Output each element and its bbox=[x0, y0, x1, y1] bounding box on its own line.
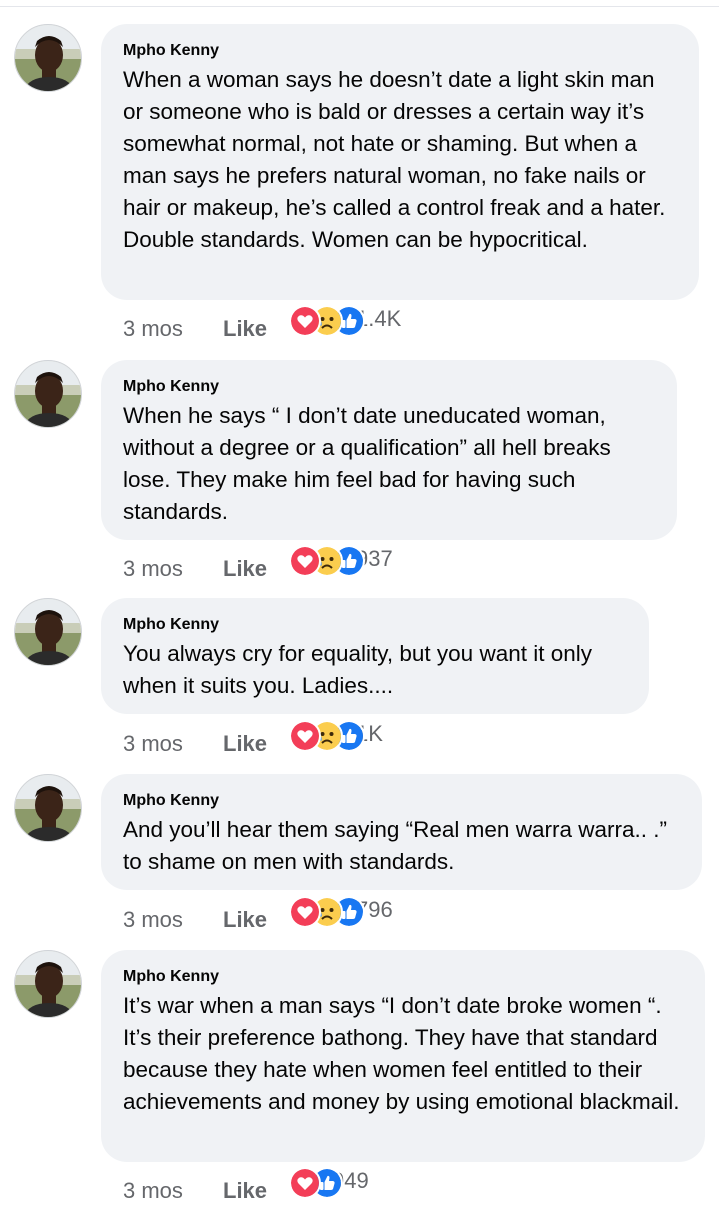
comment-timestamp[interactable]: 3 mos bbox=[123, 731, 183, 757]
comment-author[interactable]: Mpho Kenny bbox=[123, 791, 680, 811]
comment-author[interactable]: Mpho Kenny bbox=[123, 615, 627, 635]
like-button[interactable]: Like bbox=[223, 1178, 267, 1204]
love-icon bbox=[289, 720, 321, 752]
love-icon bbox=[289, 1167, 321, 1199]
comment-bubble: Mpho Kenny When a woman says he doesn’t d… bbox=[101, 24, 699, 300]
comment-author[interactable]: Mpho Kenny bbox=[123, 377, 655, 397]
love-icon bbox=[289, 545, 321, 577]
avatar[interactable] bbox=[14, 24, 82, 92]
comment-timestamp[interactable]: 3 mos bbox=[123, 556, 183, 582]
comment-bubble: Mpho Kenny You always cry for equality, b… bbox=[101, 598, 649, 714]
comment-text: When he says “ I don’t date uneducated w… bbox=[123, 403, 611, 524]
comment-timestamp[interactable]: 3 mos bbox=[123, 1178, 183, 1204]
comment-timestamp[interactable]: 3 mos bbox=[123, 316, 183, 342]
avatar[interactable] bbox=[14, 598, 82, 666]
top-divider bbox=[0, 6, 719, 7]
comment-text: And you’ll hear them saying “Real men wa… bbox=[123, 817, 667, 874]
comment-author[interactable]: Mpho Kenny bbox=[123, 41, 677, 61]
comment-bubble: Mpho Kenny When he says “ I don’t date un… bbox=[101, 360, 677, 540]
avatar[interactable] bbox=[14, 774, 82, 842]
comment-text: When a woman says he doesn’t date a ligh… bbox=[123, 67, 666, 252]
like-button[interactable]: Like bbox=[223, 907, 267, 933]
like-button[interactable]: Like bbox=[223, 731, 267, 757]
comment-text: It’s war when a man says “I don’t date b… bbox=[123, 993, 680, 1114]
comment-bubble: Mpho Kenny And you’ll hear them saying “R… bbox=[101, 774, 702, 890]
avatar[interactable] bbox=[14, 950, 82, 1018]
like-button[interactable]: Like bbox=[223, 316, 267, 342]
comment-timestamp[interactable]: 3 mos bbox=[123, 907, 183, 933]
comment-bubble: Mpho Kenny It’s war when a man says “I do… bbox=[101, 950, 705, 1162]
comment-text: You always cry for equality, but you wan… bbox=[123, 641, 592, 698]
comment-author[interactable]: Mpho Kenny bbox=[123, 967, 683, 987]
love-icon bbox=[289, 896, 321, 928]
avatar[interactable] bbox=[14, 360, 82, 428]
like-button[interactable]: Like bbox=[223, 556, 267, 582]
love-icon bbox=[289, 305, 321, 337]
